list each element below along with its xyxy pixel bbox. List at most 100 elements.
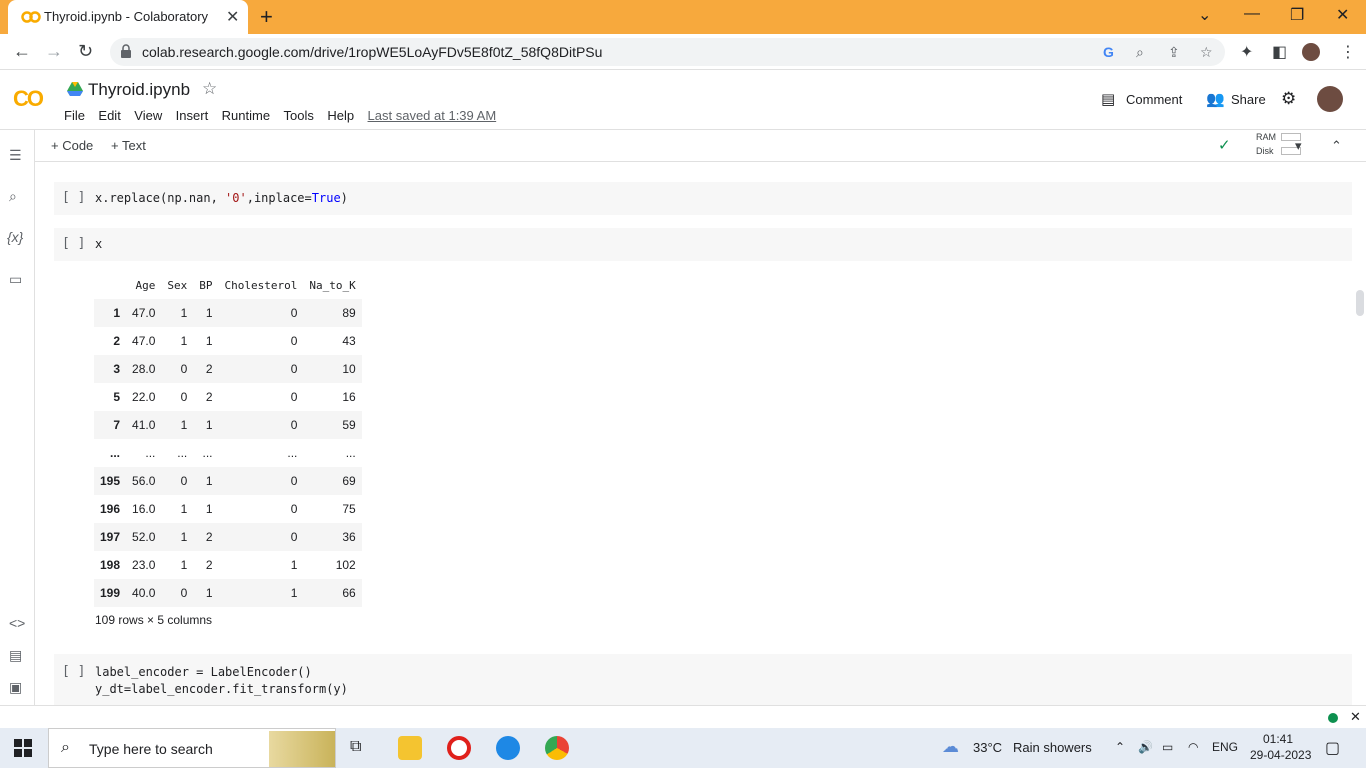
- menu-view[interactable]: View: [134, 108, 162, 123]
- weather-text[interactable]: Rain showers: [1013, 740, 1092, 755]
- column-header: Na_to_K: [309, 278, 356, 292]
- disk-label: Disk: [1256, 146, 1274, 156]
- colab-header: CO Thyroid.ipynb ☆ File Edit View Insert…: [0, 70, 1366, 130]
- row-index: 1: [113, 306, 121, 320]
- terminal-icon[interactable]: ▣: [9, 679, 22, 696]
- star-icon[interactable]: ☆: [202, 79, 217, 99]
- side-panel-icon[interactable]: ◧: [1272, 42, 1287, 62]
- address-bar: ← → ↻ colab.research.google.com/drive/1r…: [0, 34, 1366, 70]
- scrollbar-thumb[interactable]: [1356, 290, 1364, 316]
- file-explorer-icon[interactable]: [398, 736, 422, 760]
- collapse-header-icon[interactable]: ⌃: [1331, 138, 1342, 154]
- notifications-icon[interactable]: ▢: [1325, 738, 1340, 758]
- code-cell[interactable]: [ ] x.replace(np.nan, '0',inplace=True): [54, 182, 1352, 215]
- table-cell: 28.0: [132, 362, 156, 376]
- profile-avatar[interactable]: [1302, 43, 1320, 61]
- bookmark-star-icon[interactable]: ☆: [1200, 44, 1213, 61]
- table-cell: 0: [290, 502, 298, 516]
- table-cell: ...: [202, 446, 213, 460]
- table-cell: 23.0: [132, 558, 156, 572]
- table-cell: 0: [180, 362, 188, 376]
- browser-tab[interactable]: Thyroid.ipynb - Colaboratory ✕: [8, 0, 248, 34]
- drive-icon[interactable]: [67, 82, 83, 96]
- avatar[interactable]: [1317, 86, 1343, 112]
- search-icon[interactable]: ⌕: [9, 188, 17, 205]
- run-cell-button[interactable]: [ ]: [62, 236, 85, 251]
- close-status-icon[interactable]: ✕: [1350, 709, 1361, 725]
- run-cell-button[interactable]: [ ]: [62, 664, 85, 679]
- code-cell[interactable]: [ ] label_encoder = LabelEncoder() y_dt=…: [54, 654, 1352, 705]
- add-text-button[interactable]: + Text: [111, 138, 146, 153]
- share-button[interactable]: Share: [1231, 92, 1266, 107]
- variables-icon[interactable]: {x}: [7, 229, 23, 245]
- google-lens-icon[interactable]: G: [1103, 44, 1114, 60]
- table-cell: 66: [342, 586, 356, 600]
- menu-insert[interactable]: Insert: [176, 108, 209, 123]
- reload-icon[interactable]: ↻: [78, 41, 93, 62]
- table-cell: ...: [145, 446, 156, 460]
- share-page-icon[interactable]: ⇪: [1168, 44, 1180, 61]
- omnibox[interactable]: colab.research.google.com/drive/1ropWE5L…: [110, 38, 1225, 66]
- volume-icon[interactable]: 🔊: [1138, 740, 1153, 754]
- add-code-button[interactable]: + Code: [51, 138, 93, 153]
- table-row: 3 28.0 0 2 0 10: [94, 355, 362, 383]
- command-palette-icon[interactable]: ▤: [9, 647, 22, 664]
- browser-menu-icon[interactable]: ⋮: [1340, 42, 1356, 62]
- table-cell: 0: [180, 474, 188, 488]
- runtime-dropdown-icon[interactable]: ▾: [1295, 138, 1302, 154]
- menu-tools[interactable]: Tools: [284, 108, 314, 123]
- table-of-contents-icon[interactable]: ☰: [9, 147, 22, 164]
- menu-help[interactable]: Help: [327, 108, 354, 123]
- table-row: 1 47.0 1 1 0 89: [94, 299, 362, 327]
- extensions-icon[interactable]: ✦: [1240, 42, 1253, 62]
- cell-code[interactable]: x: [95, 237, 102, 251]
- ram-label: RAM: [1256, 132, 1276, 142]
- notebook-title[interactable]: Thyroid.ipynb: [88, 80, 190, 100]
- menu-file[interactable]: File: [64, 108, 85, 123]
- menu-runtime[interactable]: Runtime: [222, 108, 270, 123]
- battery-icon[interactable]: ▭: [1162, 740, 1173, 754]
- cell-code[interactable]: x.replace(np.nan, '0',inplace=True): [95, 191, 348, 205]
- column-header: Age: [135, 278, 156, 292]
- task-view-icon[interactable]: ⧉: [350, 738, 361, 756]
- windows-start-icon[interactable]: [14, 739, 32, 757]
- run-cell-button[interactable]: [ ]: [62, 190, 85, 205]
- menu-edit[interactable]: Edit: [98, 108, 120, 123]
- row-index: 5: [113, 390, 121, 404]
- table-cell: 89: [342, 306, 356, 320]
- wifi-icon[interactable]: ◠: [1188, 740, 1198, 754]
- cell-code-line[interactable]: y_dt=label_encoder.fit_transform(y): [95, 682, 348, 696]
- language-indicator[interactable]: ENG: [1212, 740, 1238, 754]
- zoom-icon[interactable]: ⌕: [1136, 44, 1144, 61]
- table-row: 5 22.0 0 2 0 16: [94, 383, 362, 411]
- code-cell[interactable]: [ ] x: [54, 228, 1352, 261]
- tab-close-icon[interactable]: ✕: [226, 7, 239, 27]
- temperature[interactable]: 33°C: [973, 740, 1002, 755]
- clock-date[interactable]: 29-04-2023: [1250, 748, 1311, 762]
- cell-code-line[interactable]: label_encoder = LabelEncoder(): [95, 665, 312, 679]
- restore-icon[interactable]: ❐: [1290, 5, 1304, 25]
- tab-search-chevron-icon[interactable]: ⌄: [1198, 5, 1211, 25]
- table-cell: 2: [205, 362, 213, 376]
- back-icon[interactable]: ←: [13, 41, 31, 62]
- windows-taskbar: ⌕ Type here to search ⧉ ☁ 33°C Rain show…: [0, 728, 1366, 768]
- hidden-icons-chevron-icon[interactable]: ⌃: [1115, 740, 1125, 754]
- dataframe-shape: 109 rows × 5 columns: [95, 613, 213, 627]
- comment-button[interactable]: Comment: [1126, 92, 1182, 107]
- settings-gear-icon[interactable]: ⚙: [1281, 89, 1296, 109]
- code-snippets-icon[interactable]: <>: [9, 615, 25, 631]
- files-folder-icon[interactable]: ▭: [9, 271, 22, 288]
- chrome-icon[interactable]: [545, 736, 569, 760]
- forward-icon[interactable]: →: [45, 41, 63, 62]
- last-saved-link[interactable]: Last saved at 1:39 AM: [368, 108, 497, 123]
- table-cell: 1: [290, 586, 298, 600]
- opera-icon[interactable]: [447, 736, 471, 760]
- edge-icon[interactable]: [496, 736, 520, 760]
- new-tab-icon[interactable]: +: [260, 4, 273, 30]
- taskbar-search[interactable]: ⌕ Type here to search: [48, 728, 336, 768]
- table-cell: 40.0: [132, 586, 156, 600]
- minimize-icon[interactable]: —: [1244, 5, 1260, 23]
- colab-logo[interactable]: CO: [13, 86, 44, 112]
- window-close-icon[interactable]: ✕: [1336, 5, 1349, 25]
- clock-time[interactable]: 01:41: [1263, 732, 1293, 746]
